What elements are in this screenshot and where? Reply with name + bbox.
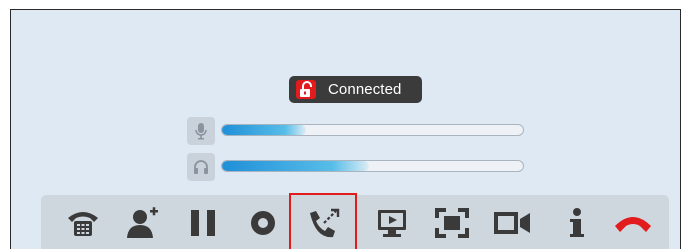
record-button[interactable] [237,197,289,249]
lock-open-icon [296,80,316,99]
dialpad-button[interactable] [57,197,109,249]
video-camera-icon [494,212,530,234]
headphones-icon[interactable] [187,153,215,181]
record-icon [251,211,275,235]
status-badge: Connected [289,76,422,103]
add-user-icon [127,207,158,238]
microphone-level-fill [222,125,307,135]
call-toolbar [41,193,669,249]
add-participant-button[interactable] [117,197,169,249]
video-button[interactable] [486,197,538,249]
microphone-level-meter[interactable] [221,124,524,136]
fullscreen-icon [435,208,469,238]
call-window: Connected [10,9,681,249]
pause-icon [191,210,215,236]
fullscreen-button[interactable] [426,197,478,249]
info-button[interactable] [551,197,603,249]
speaker-level-meter[interactable] [221,160,524,172]
monitor-icon [378,210,406,237]
screen-share-button[interactable] [366,197,418,249]
status-text: Connected [328,81,402,98]
microphone-level-row [187,117,527,145]
hold-button[interactable] [177,197,229,249]
hang-up-icon [615,217,651,232]
speaker-level-row [187,153,527,181]
microphone-icon[interactable] [187,117,215,145]
speaker-level-fill [222,161,370,171]
hangup-button[interactable] [607,197,659,249]
transfer-button[interactable] [289,193,357,249]
info-icon [570,208,584,237]
phone-dialpad-icon [68,212,98,236]
call-transfer-icon [310,208,340,238]
